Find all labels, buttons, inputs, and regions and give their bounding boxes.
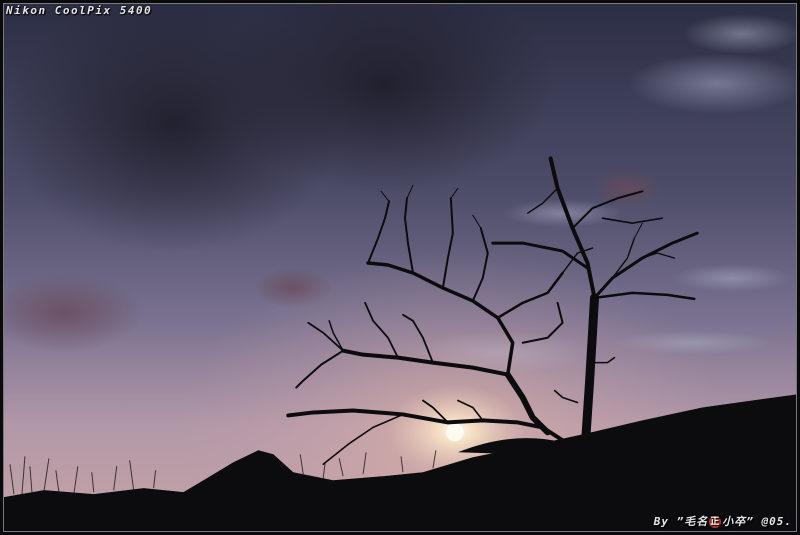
- setting-sun: [445, 423, 464, 442]
- sunset-scene: [4, 4, 796, 531]
- photo-frame: Nikon CoolPix 5400 By ”毛名正小卒” @05.: [0, 0, 800, 535]
- camera-caption: Nikon CoolPix 5400: [6, 4, 153, 17]
- credit-prefix: By ”毛名: [653, 515, 709, 528]
- credit-caption: By ”毛名正小卒” @05.: [654, 513, 792, 529]
- credit-suffix: 小卒” @05.: [722, 515, 792, 528]
- sunset-photo: [3, 3, 797, 532]
- credit-seal: 正: [709, 516, 722, 528]
